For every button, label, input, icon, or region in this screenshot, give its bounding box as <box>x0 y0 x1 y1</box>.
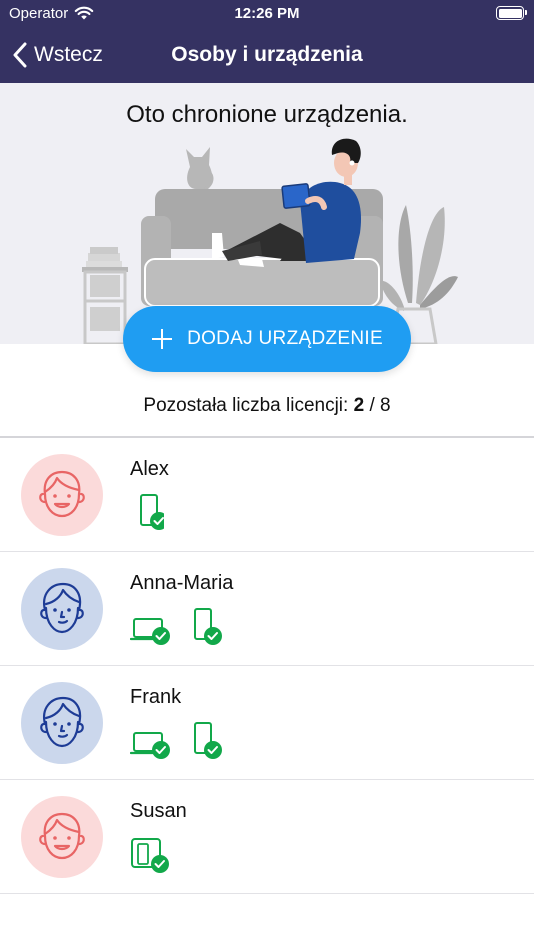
top-bar: Operator 12:26 PM Wstecz Osoby i urządze… <box>0 0 534 83</box>
license-count: Pozostała liczba licencji: 2 / 8 <box>0 395 534 417</box>
add-device-button[interactable]: DODAJ URZĄDZENIE <box>123 306 411 372</box>
avatar <box>21 454 103 536</box>
add-device-label: DODAJ URZĄDZENIE <box>187 328 383 349</box>
person-row-susan[interactable]: Susan <box>0 780 534 894</box>
back-label: Wstecz <box>34 43 103 66</box>
license-label: Pozostała liczba licencji: <box>143 395 349 416</box>
child-face-icon <box>39 812 85 860</box>
tablet-protected-icon <box>131 838 169 873</box>
laptop-protected-icon <box>129 618 170 645</box>
back-button[interactable]: Wstecz <box>12 38 103 72</box>
phone-protected-icon <box>194 722 222 759</box>
status-bar: Operator 12:26 PM <box>0 0 534 28</box>
chevron-left-icon <box>13 42 27 68</box>
child-face-icon <box>39 470 85 518</box>
device-list <box>130 835 174 878</box>
device-list <box>130 493 168 536</box>
device-item[interactable] <box>130 835 174 878</box>
person-row-alex[interactable]: Alex <box>0 438 534 552</box>
person-name: Anna-Maria <box>130 572 234 594</box>
person-name: Frank <box>130 686 182 708</box>
status-time: 12:26 PM <box>234 5 300 22</box>
avatar <box>21 682 103 764</box>
phone-protected-icon <box>140 494 168 530</box>
people-list: Alex Anna-Maria Frank Susan <box>0 438 534 894</box>
device-item[interactable] <box>190 721 224 764</box>
device-item[interactable] <box>130 493 168 536</box>
avatar <box>21 568 103 650</box>
adult-face-icon <box>40 696 84 748</box>
phone-protected-icon <box>194 608 222 645</box>
adult-face-icon <box>40 582 84 634</box>
device-list <box>129 607 224 650</box>
device-list <box>129 721 224 764</box>
avatar <box>21 796 103 878</box>
person-name: Susan <box>130 800 187 822</box>
person-row-anna-maria[interactable]: Anna-Maria <box>0 552 534 666</box>
license-total: 8 <box>380 395 391 416</box>
hero-title: Oto chronione urządzenia. <box>126 101 408 128</box>
plus-icon <box>152 329 173 349</box>
person-name: Alex <box>130 458 169 480</box>
person-row-frank[interactable]: Frank <box>0 666 534 780</box>
device-item[interactable] <box>190 607 224 650</box>
license-separator: / <box>369 395 375 416</box>
battery-icon <box>496 6 527 20</box>
laptop-protected-icon <box>129 732 170 759</box>
license-remaining: 2 <box>353 395 365 416</box>
device-item[interactable] <box>129 721 174 764</box>
hero-section: Oto chronione urządzenia. <box>0 83 534 344</box>
device-item[interactable] <box>129 607 174 650</box>
